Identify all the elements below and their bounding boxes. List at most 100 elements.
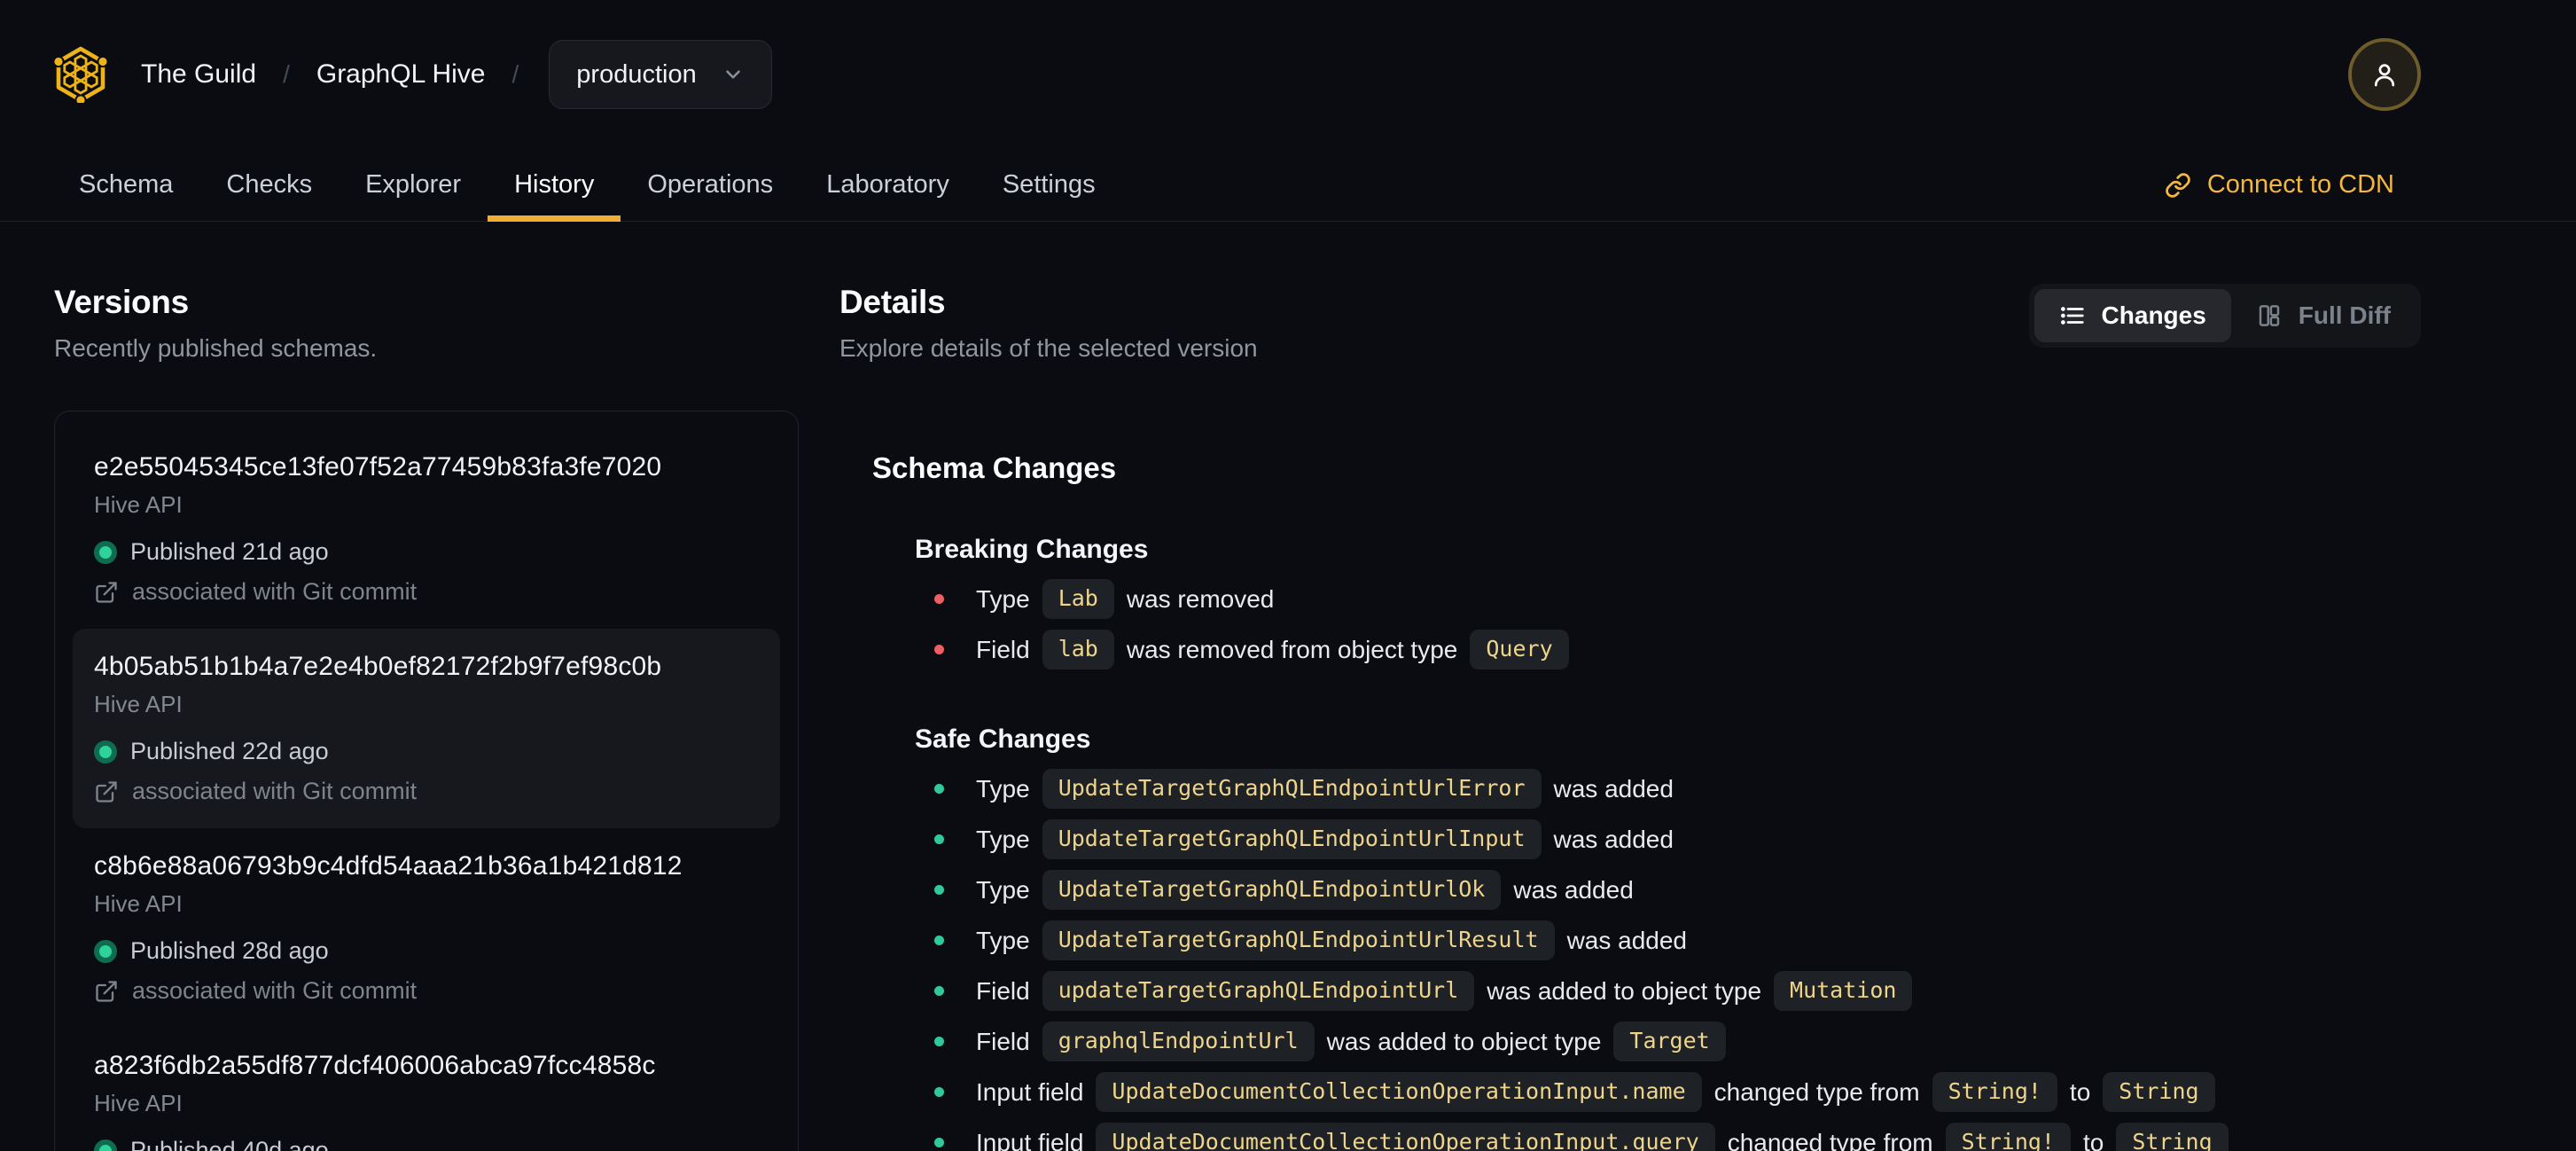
code-chip: String! [1932, 1072, 2057, 1112]
version-hash: e2e55045345ce13fe07f52a77459b83fa3fe7020 [94, 452, 662, 482]
code-chip: String [2103, 1072, 2215, 1112]
tab-checks[interactable]: Checks [199, 149, 339, 221]
view-toggle: Changes Full Diff [2028, 284, 2421, 348]
change-text: was added [1553, 774, 1674, 803]
code-chip: lab [1042, 630, 1114, 669]
breaking-bullet-icon [934, 645, 944, 654]
git-commit-label: associated with Git commit [132, 578, 418, 605]
code-chip: String! [1945, 1123, 2071, 1151]
code-chip: updateTargetGraphQLEndpointUrl [1042, 971, 1475, 1011]
header: The Guild / GraphQL Hive / production [0, 0, 2576, 149]
code-chip: Query [1470, 630, 1569, 669]
change-row: Type UpdateTargetGraphQLEndpointUrlResult… [915, 915, 2421, 966]
tab-schema[interactable]: Schema [52, 149, 199, 221]
details-panel: Details Explore details of the selected … [839, 284, 2421, 1151]
versions-panel: Versions Recently published schemas. e2e… [54, 284, 799, 1151]
change-text: was added [1513, 875, 1634, 904]
hive-logo-icon[interactable] [54, 46, 107, 103]
safe-bullet-icon [934, 1138, 944, 1147]
person-icon [2374, 64, 2395, 87]
breaking-changes-section: Breaking Changes Type Lab was removed Field l… [872, 535, 2421, 675]
change-text: was removed from object type [1126, 635, 1458, 663]
safe-bullet-icon [934, 1087, 944, 1097]
target-selector-value: production [576, 59, 697, 89]
versions-title: Versions [54, 284, 189, 320]
code-chip: Mutation [1774, 971, 1913, 1011]
safe-bullet-icon [934, 784, 944, 794]
target-selector-dropdown[interactable]: production [549, 40, 772, 109]
code-chip: UpdateDocumentCollectionOperationInput.n… [1096, 1072, 1702, 1112]
version-service: Hive API [94, 491, 183, 518]
code-chip: graphqlEndpointUrl [1042, 1022, 1315, 1061]
published-label: Published 40d ago [130, 1137, 329, 1151]
tab-laboratory[interactable]: Laboratory [800, 149, 976, 221]
published-label: Published 21d ago [130, 538, 329, 565]
version-service: Hive API [94, 890, 183, 917]
published-row: Published 40d ago [94, 1137, 759, 1151]
git-commit-link[interactable]: associated with Git commit [94, 977, 759, 1005]
published-row: Published 22d ago [94, 738, 759, 765]
safe-bullet-icon [934, 936, 944, 945]
version-hash: 4b05ab51b1b4a7e2e4b0ef82172f2b9f7ef98c0b [94, 652, 662, 681]
change-row: Type UpdateTargetGraphQLEndpointUrlError w… [915, 763, 2421, 814]
change-text: was added [1553, 825, 1674, 853]
chevron-down-icon [725, 70, 740, 79]
tab-operations[interactable]: Operations [621, 149, 800, 221]
change-text: Field [976, 976, 1030, 1005]
published-row: Published 21d ago [94, 538, 759, 566]
change-row: Type UpdateTargetGraphQLEndpointUrlInput w… [915, 814, 2421, 865]
code-chip: UpdateTargetGraphQLEndpointUrlError [1042, 769, 1542, 809]
code-chip: UpdateTargetGraphQLEndpointUrlOk [1042, 870, 1502, 910]
version-item[interactable]: a823f6db2a55df877dcf406006abca97fcc4858c… [73, 1028, 780, 1151]
change-text: Input field [976, 1077, 1084, 1106]
change-text: changed type from [1727, 1128, 1933, 1151]
published-status-dot [94, 1139, 117, 1151]
changes-view-label: Changes [2101, 301, 2206, 329]
change-row: Field lab was removed from object type Quer… [915, 624, 2421, 675]
tab-settings[interactable]: Settings [976, 149, 1122, 221]
safe-bullet-icon [934, 834, 944, 844]
code-chip: Lab [1042, 579, 1114, 619]
safe-bullet-icon [934, 885, 944, 895]
version-item[interactable]: e2e55045345ce13fe07f52a77459b83fa3fe7020… [73, 429, 780, 629]
change-row: Field graphqlEndpointUrl was added to obje… [915, 1016, 2421, 1067]
external-link-icon [96, 980, 117, 1002]
tab-bar: Schema Checks Explorer History Operations Lab… [0, 149, 2576, 222]
link-icon [2166, 172, 2190, 198]
git-commit-link[interactable]: associated with Git commit [94, 778, 759, 805]
change-text: Type [976, 875, 1030, 904]
published-row: Published 28d ago [94, 937, 759, 965]
change-text: Type [976, 584, 1030, 613]
user-avatar[interactable] [2348, 38, 2421, 111]
external-link-icon [96, 780, 117, 803]
version-item[interactable]: 4b05ab51b1b4a7e2e4b0ef82172f2b9f7ef98c0b… [73, 629, 780, 828]
details-subtitle: Explore details of the selected version [839, 334, 1258, 362]
connect-to-cdn-button[interactable]: Connect to CDN [2165, 149, 2394, 221]
external-link-icon [96, 581, 117, 603]
breaking-changes-title: Breaking Changes [915, 535, 1149, 564]
version-item[interactable]: c8b6e88a06793b9c4dfd54aaa21b36a1b421d812… [73, 828, 780, 1028]
breadcrumb-separator: / [511, 60, 519, 88]
breaking-bullet-icon [934, 594, 944, 604]
safe-changes-list: Type UpdateTargetGraphQLEndpointUrlError w… [915, 763, 2421, 1151]
git-commit-label: associated with Git commit [132, 977, 418, 1004]
changes-view-button[interactable]: Changes [2033, 289, 2231, 342]
change-text: to [2082, 1128, 2104, 1151]
change-row: Type UpdateTargetGraphQLEndpointUrlOk was … [915, 865, 2421, 915]
breadcrumb-project[interactable]: GraphQL Hive [316, 59, 486, 90]
tab-explorer[interactable]: Explorer [339, 149, 488, 221]
connect-to-cdn-label: Connect to CDN [2206, 170, 2394, 199]
change-text: was removed [1126, 584, 1275, 613]
tab-history[interactable]: History [488, 149, 621, 222]
main-content: Versions Recently published schemas. e2e… [0, 222, 2576, 1151]
version-service: Hive API [94, 1090, 183, 1116]
code-chip: Target [1613, 1022, 1726, 1061]
published-label: Published 28d ago [130, 937, 329, 964]
breadcrumb-org[interactable]: The Guild [141, 59, 256, 90]
published-status-dot [94, 540, 117, 564]
code-chip: String [2116, 1123, 2229, 1151]
full-diff-view-button[interactable]: Full Diff [2231, 289, 2416, 342]
git-commit-link[interactable]: associated with Git commit [94, 578, 759, 606]
change-text: Field [976, 635, 1030, 663]
published-status-dot [94, 740, 117, 763]
